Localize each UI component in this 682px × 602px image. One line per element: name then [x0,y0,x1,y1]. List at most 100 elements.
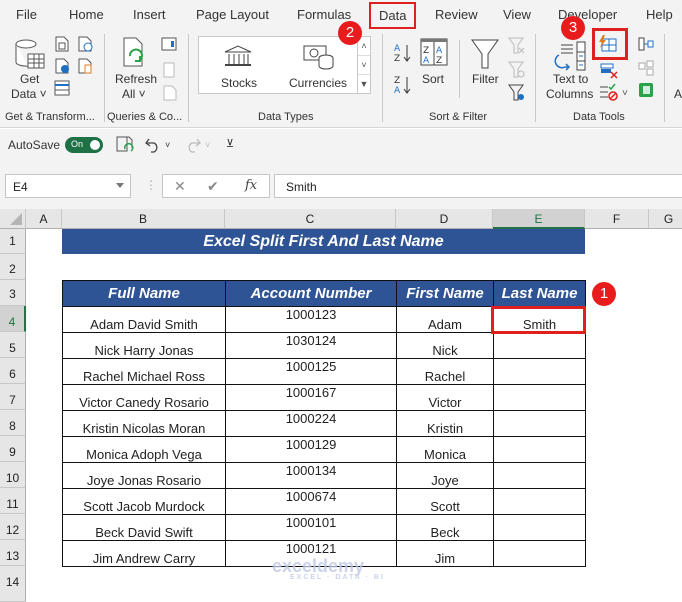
queries-connections-icon[interactable] [161,37,177,51]
advanced-filter-icon[interactable] [508,84,526,102]
tab-help[interactable]: Help [646,7,673,22]
name-box[interactable]: E4 [5,174,131,198]
save-icon[interactable] [116,136,134,154]
enter-icon[interactable]: ✔ [207,178,219,195]
scroll-down-icon[interactable]: ˅ [358,56,370,75]
account-number-cell[interactable]: 1000123 [225,306,397,333]
column-header-e[interactable]: E [493,209,585,229]
recent-sources-icon[interactable] [78,36,94,52]
undo-dropdown-icon[interactable]: ˅ [165,138,170,153]
relationships-icon[interactable] [638,60,654,76]
full-name-cell[interactable]: Victor Canedy Rosario [62,384,226,411]
properties-icon[interactable] [163,62,175,78]
first-name-cell[interactable]: Nick [396,332,494,359]
first-name-cell[interactable]: Kristin [396,410,494,437]
row-header-14[interactable]: 14 [0,566,26,602]
undo-icon[interactable] [145,137,161,153]
existing-connections-icon[interactable] [78,58,94,74]
data-validation-dropdown-icon[interactable]: ˅ [622,86,628,101]
full-name-cell[interactable]: Nick Harry Jonas [62,332,226,359]
edit-links-icon[interactable] [163,85,177,101]
row-header-2[interactable]: 2 [0,254,26,280]
sheet-title[interactable]: Excel Split First And Last Name [62,229,585,254]
row-header-5[interactable]: 5 [0,332,26,358]
tab-home[interactable]: Home [69,7,104,22]
row-header-8[interactable]: 8 [0,410,26,436]
expand-gallery-icon[interactable]: ▼ [358,75,370,94]
row-header-4[interactable]: 4 [0,306,26,332]
full-name-cell[interactable]: Joye Jonas Rosario [62,462,226,489]
first-name-cell[interactable]: Joye [396,462,494,489]
full-name-cell[interactable]: Rachel Michael Ross [62,358,226,385]
last-name-cell[interactable] [493,410,586,437]
column-header-g[interactable]: G [649,209,682,229]
account-number-cell[interactable]: 1000224 [225,410,397,437]
clear-filter-icon[interactable] [508,37,526,55]
column-header-b[interactable]: B [62,209,225,229]
row-header-3[interactable]: 3 [0,280,26,306]
row-header-10[interactable]: 10 [0,462,26,488]
select-all-corner[interactable] [0,209,26,229]
last-name-cell[interactable] [493,488,586,515]
account-number-cell[interactable]: 1000129 [225,436,397,463]
last-name-cell[interactable] [493,332,586,359]
autosave-toggle[interactable]: On [65,137,103,153]
row-header-11[interactable]: 11 [0,488,26,514]
name-box-dropdown-icon[interactable] [116,183,124,188]
last-name-cell[interactable] [493,436,586,463]
full-name-cell[interactable]: Scott Jacob Murdock [62,488,226,515]
full-name-cell[interactable]: Adam David Smith [62,306,226,333]
header-full-name[interactable]: Full Name [62,280,226,307]
data-validation-icon[interactable] [599,83,621,101]
tab-view[interactable]: View [503,7,531,22]
sort-a-to-z-icon[interactable]: A Z [393,42,413,64]
account-number-cell[interactable]: 1030124 [225,332,397,359]
row-header-1[interactable]: 1 [0,229,26,254]
first-name-cell[interactable]: Monica [396,436,494,463]
redo-dropdown-icon[interactable]: ˅ [205,138,210,153]
header-first-name[interactable]: First Name [396,280,494,307]
row-header-9[interactable]: 9 [0,436,26,462]
last-name-cell[interactable] [493,358,586,385]
column-header-d[interactable]: D [396,209,493,229]
tab-insert[interactable]: Insert [133,7,166,22]
last-name-cell[interactable] [493,384,586,411]
last-name-cell[interactable] [493,462,586,489]
first-name-cell[interactable]: Beck [396,514,494,541]
formula-bar-grip-icon[interactable]: ⋮ [145,178,157,192]
column-header-a[interactable]: A [26,209,62,229]
consolidate-icon[interactable] [638,37,654,51]
column-header-c[interactable]: C [225,209,396,229]
formula-input[interactable]: Smith [274,174,682,198]
customize-qat-icon[interactable]: ⊻ [226,137,234,152]
row-header-13[interactable]: 13 [0,540,26,566]
reapply-filter-icon[interactable] [508,61,526,79]
header-last-name[interactable]: Last Name [493,280,586,307]
insert-function-icon[interactable]: fx [245,178,257,193]
header-account-number[interactable]: Account Number [225,280,397,307]
full-name-cell[interactable]: Jim Andrew Carry [62,540,226,567]
full-name-cell[interactable]: Beck David Swift [62,514,226,541]
data-model-icon[interactable] [638,82,654,98]
account-number-cell[interactable]: 1000674 [225,488,397,515]
remove-duplicates-icon[interactable] [600,62,618,80]
tab-file[interactable]: File [16,7,37,22]
first-name-cell[interactable]: Scott [396,488,494,515]
tab-page-layout[interactable]: Page Layout [196,7,269,22]
redo-icon[interactable] [185,137,201,153]
tab-formulas[interactable]: Formulas [297,7,351,22]
from-web-icon[interactable] [55,58,71,74]
row-header-6[interactable]: 6 [0,358,26,384]
data-types-scroll[interactable]: ˄ ˅ ▼ [357,36,371,94]
tab-data[interactable]: Data [369,2,417,29]
account-number-cell[interactable]: 1000167 [225,384,397,411]
sort-z-to-a-icon[interactable]: Z A [393,74,413,96]
last-name-cell[interactable] [493,540,586,567]
first-name-cell[interactable]: Adam [396,306,494,333]
tab-review[interactable]: Review [435,7,478,22]
row-header-7[interactable]: 7 [0,384,26,410]
last-name-cell[interactable] [493,514,586,541]
account-number-cell[interactable]: 1000101 [225,514,397,541]
full-name-cell[interactable]: Monica Adoph Vega [62,436,226,463]
first-name-cell[interactable]: Victor [396,384,494,411]
